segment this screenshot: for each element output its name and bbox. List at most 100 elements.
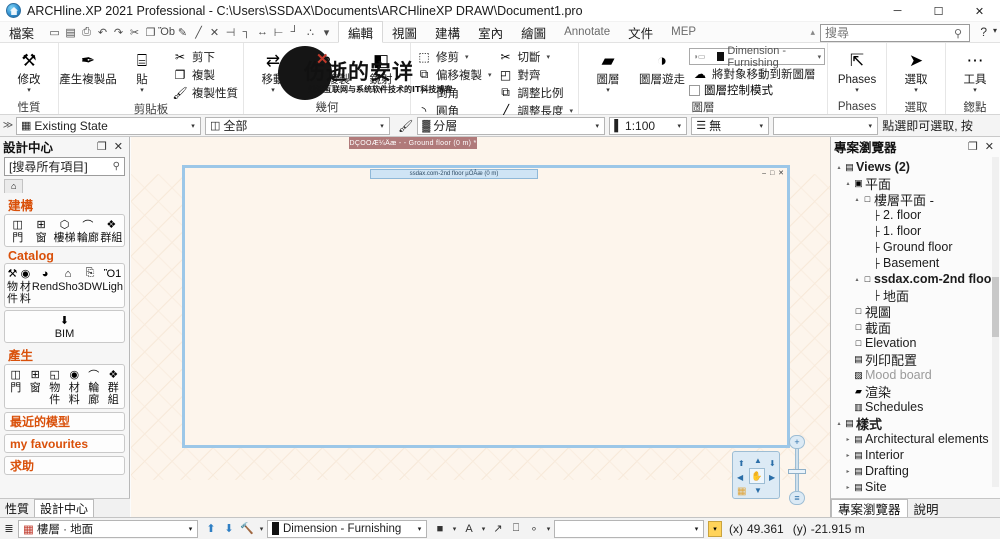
tree-twisty-icon[interactable]: ▴ <box>853 196 861 203</box>
navigation-pad[interactable]: ⬆ ▲ ⬇ ◀ ✋ ▶ ▦ ▼ <box>732 451 780 499</box>
cad-child-window[interactable]: ssdax.com-2nd floor µÓÂæ (0 m) – □ ✕ <box>182 165 790 448</box>
dc-item-profile-icon[interactable]: ⌒ 輪廊 <box>76 217 99 245</box>
dc-item-create-object-icon[interactable]: ◱ 物件 <box>45 367 65 406</box>
dc-recent-models[interactable]: 最近的模型 <box>4 412 125 431</box>
scrollbar-thumb[interactable] <box>992 277 999 337</box>
node-caret-icon[interactable]: ▾ <box>543 525 554 533</box>
ribbon-small-caret-icon[interactable]: ▾ <box>570 107 574 115</box>
tree-twisty-icon[interactable]: ▴ <box>853 276 861 283</box>
ribbon-button-caret-icon[interactable]: ▾ <box>973 87 977 95</box>
qat-dropdown-icon[interactable]: ▾ <box>319 24 334 40</box>
menu-item-7[interactable]: 文件 <box>619 22 662 43</box>
hand-icon[interactable]: ✋ <box>749 468 765 484</box>
pen-icon[interactable]: ╱ <box>191 24 206 40</box>
dc-item-material-icon[interactable]: ◉ 材料 <box>19 266 32 305</box>
floor-down-icon[interactable]: ⬇ <box>220 522 238 535</box>
mirror-button[interactable]: ◧ 鏡射 ▾ <box>354 46 408 95</box>
tree-node[interactable]: ▴ □ 樓層平面 - <box>835 191 998 208</box>
tree-node[interactable]: ├ 地面 <box>835 287 998 304</box>
list-icon[interactable]: ≣ <box>0 522 18 535</box>
menu-item-2[interactable]: 視圖 <box>383 22 426 43</box>
dc-item-create-group-icon[interactable]: ❖ 群組 <box>104 367 124 406</box>
undo-icon[interactable]: ↶ <box>95 24 110 40</box>
ribbon-layer-combo[interactable]: ◑▭ Dimension - Furnishing ▾ <box>689 45 826 69</box>
zoom-out-button[interactable]: ≡ <box>789 491 805 505</box>
dc-item-create-profile-icon[interactable]: ⌒ 輪廊 <box>84 367 104 407</box>
floor-up-icon[interactable]: ⬆ <box>202 522 220 535</box>
tree-twisty-icon[interactable]: ▸ <box>844 452 852 459</box>
phase-caret-icon[interactable]: ▾ <box>186 122 200 130</box>
dc-item-light-icon[interactable]: Ὂ1 Ligh <box>102 266 123 305</box>
bottom-layer-caret-icon[interactable]: ▾ <box>413 525 426 533</box>
phase-combo[interactable]: ▦ Existing State ▾ <box>16 116 201 135</box>
nav-left-icon[interactable]: ◀ <box>737 473 743 482</box>
save-icon[interactable]: ▤ <box>63 24 78 40</box>
text-style-caret-icon[interactable]: ▾ <box>478 525 489 533</box>
collapse-ribbon-icon[interactable]: ▴ <box>810 27 815 38</box>
tab-design-center[interactable]: 設計中心 <box>34 499 95 517</box>
dimension-style-icon[interactable]: ⎕ <box>507 522 525 535</box>
menu-item-4[interactable]: 室內 <box>469 22 512 43</box>
dc-item-showroom-icon[interactable]: ⌂ Sho <box>58 266 78 305</box>
minimize-button[interactable]: ─ <box>877 0 918 22</box>
view-icon[interactable]: ▦ <box>737 486 746 497</box>
dc-item-door-icon[interactable]: ◫ 門 <box>6 217 29 244</box>
ribbon-button-caret-icon[interactable]: ▾ <box>325 87 329 95</box>
align-left-icon[interactable]: ⊣ <box>223 24 238 40</box>
tree-twisty-icon[interactable]: ▸ <box>844 436 852 443</box>
linetype-caret-icon[interactable]: ▾ <box>754 122 768 130</box>
scale-caret-icon[interactable]: ▾ <box>672 122 686 130</box>
tree-node[interactable]: ▴ ▤ 樣式 <box>835 415 998 432</box>
redo-icon[interactable]: ↷ <box>111 24 126 40</box>
tree-node[interactable]: ▤ 列印配置 <box>835 351 998 368</box>
tree-node[interactable]: ├ 1. floor <box>835 223 998 239</box>
menu-item-5[interactable]: 繪圖 <box>512 22 555 43</box>
ribbon-button-caret-icon[interactable]: ▾ <box>140 87 144 95</box>
project-browser-close-icon[interactable]: ✕ <box>985 140 994 153</box>
zoom-in-button[interactable]: + <box>789 435 805 449</box>
tree-node[interactable]: □ 截面 <box>835 319 998 336</box>
tree-node[interactable]: ▸ ▤ Site <box>835 479 998 495</box>
dc-item-create-window-icon[interactable]: ⊞ 窗 <box>26 367 46 406</box>
design-center-restore-icon[interactable]: ❐ <box>97 140 107 153</box>
pan-down-icon[interactable]: ⬇ <box>769 459 776 468</box>
help-dropdown-icon[interactable]: ▾ <box>993 26 997 35</box>
open-icon[interactable]: ▭ <box>47 24 62 40</box>
tree-node[interactable]: ▨ Mood board <box>835 367 998 383</box>
pen-color-caret-icon[interactable]: ▾ <box>449 525 460 533</box>
mdi-document-tab[interactable]: DÇOOÆ¼Äæ - - Ground floor (0 m) * <box>349 137 477 149</box>
maximize-button[interactable]: ☐ <box>918 0 959 22</box>
corner2-icon[interactable]: ┘ <box>287 24 302 40</box>
layer-combo[interactable]: ▓ 分層 ▾ <box>417 116 606 135</box>
tree-node[interactable]: ▰ 渲染 <box>835 383 998 400</box>
layer-walk-button[interactable]: ◑ 圖層遊走 <box>635 46 689 87</box>
design-center-search[interactable]: [搜尋所有項目] ⚲ <box>4 157 125 176</box>
tab-project-browser[interactable]: 專案瀏覽器 <box>831 499 908 517</box>
ribbon-button-caret-icon[interactable]: ▾ <box>271 87 275 95</box>
tree-node[interactable]: ▸ ▤ Interior <box>835 447 998 463</box>
drawing-canvas[interactable]: X1 X2 X3 Y4 Y3 Y2 Y1 DÇOOÆ¼Äæ - - Ground… <box>131 137 830 517</box>
hammer-icon[interactable]: 🔨 <box>238 522 256 535</box>
tree-twisty-icon[interactable]: ▴ <box>844 180 852 187</box>
floor-caret-icon[interactable]: ▾ <box>184 525 197 533</box>
hammer-caret-icon[interactable]: ▾ <box>256 525 267 533</box>
copy-icon[interactable]: ❐ <box>143 24 158 40</box>
paste-button[interactable]: ⌸ 貼 ▾ <box>115 46 169 95</box>
tree-twisty-icon[interactable]: ▸ <box>844 484 852 491</box>
command-input-caret-icon[interactable]: ▾ <box>690 525 703 533</box>
search-box[interactable]: ⚲ <box>820 24 970 42</box>
tab-help[interactable]: 說明 <box>908 499 945 517</box>
node-icon[interactable]: ∘ <box>525 522 543 535</box>
chamfer-button[interactable]: ◜ 倒角 <box>413 84 495 101</box>
pen-icon[interactable]: 🖌 <box>398 119 413 133</box>
align-button[interactable]: ◰ 對齊 <box>495 66 577 83</box>
menu-item-3[interactable]: 建構 <box>426 22 469 43</box>
tree-node[interactable]: □ 視圖 <box>835 303 998 320</box>
zoom-thumb[interactable] <box>788 469 806 474</box>
close-button[interactable]: ✕ <box>959 0 1000 22</box>
ribbon-button-caret-icon[interactable]: ▾ <box>379 87 383 95</box>
extra-combo[interactable]: ▾ <box>773 116 879 135</box>
pan-up-icon[interactable]: ⬆ <box>738 459 745 468</box>
dc-my-favourites[interactable]: my favourites <box>4 434 125 453</box>
ribbon-small-caret-icon[interactable]: ▾ <box>465 53 469 61</box>
